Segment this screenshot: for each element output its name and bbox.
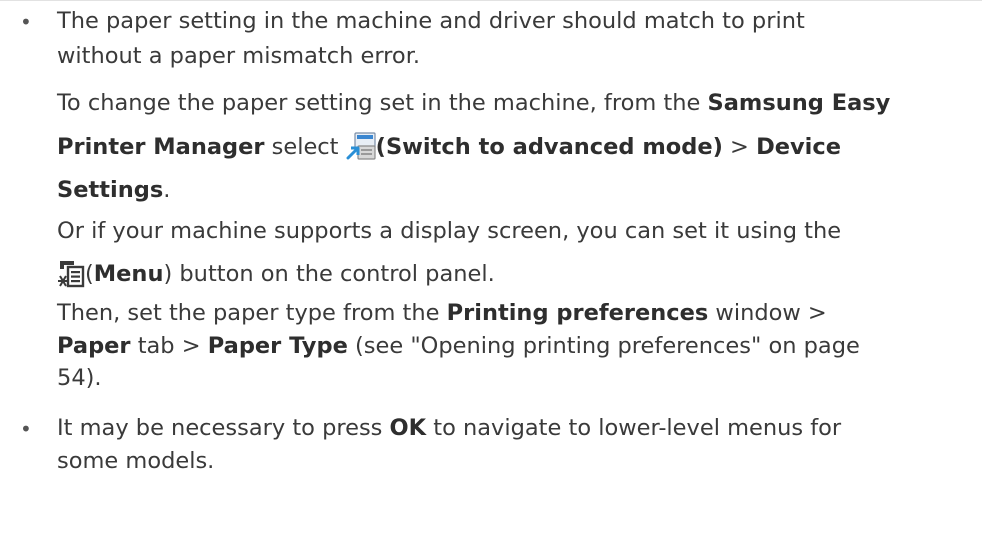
top-divider [0, 0, 982, 1]
para-then-line2: Paper tab > Paper Type (see "Opening pri… [57, 333, 860, 359]
para-change-text: To change the paper setting set in the m… [57, 90, 708, 116]
para-display-line1: Or if your machine supports a display sc… [57, 218, 842, 244]
para-change-line1: To change the paper setting set in the m… [57, 88, 890, 118]
settings-label: Settings [57, 177, 164, 203]
device-label: Device [756, 134, 841, 160]
bullet2-line2: some models. [57, 448, 215, 474]
switch-advanced-label: (Switch to advanced mode) [375, 134, 723, 160]
para-change-line3: Settings. [57, 177, 171, 203]
switch-to-advanced-mode-icon [346, 132, 376, 160]
para-then-line1: Then, set the paper type from the Printi… [57, 300, 827, 326]
menu-button-icon [57, 258, 85, 288]
para-display-line2: (Menu) button on the control panel. [57, 258, 495, 289]
bullet2-line1: It may be necessary to press OK to navig… [57, 415, 842, 441]
para-then-line3: 54). [57, 365, 102, 391]
ok-label: OK [389, 415, 427, 441]
printer-manager-label: Printer Manager [57, 134, 265, 160]
bullet-marker: • [20, 417, 32, 441]
bullet1-line2: without a paper mismatch error. [57, 43, 421, 69]
samsung-easy-label: Samsung Easy [707, 90, 891, 116]
para-change-line2: Printer Manager select (Switch to advanc… [57, 132, 841, 160]
paper-type-label: Paper Type [207, 333, 348, 359]
paper-label: Paper [57, 333, 131, 359]
menu-label: Menu [93, 261, 164, 287]
bullet1-line1: The paper setting in the machine and dri… [57, 8, 805, 34]
bullet-marker: • [20, 10, 32, 34]
printing-preferences-label: Printing preferences [446, 300, 709, 326]
